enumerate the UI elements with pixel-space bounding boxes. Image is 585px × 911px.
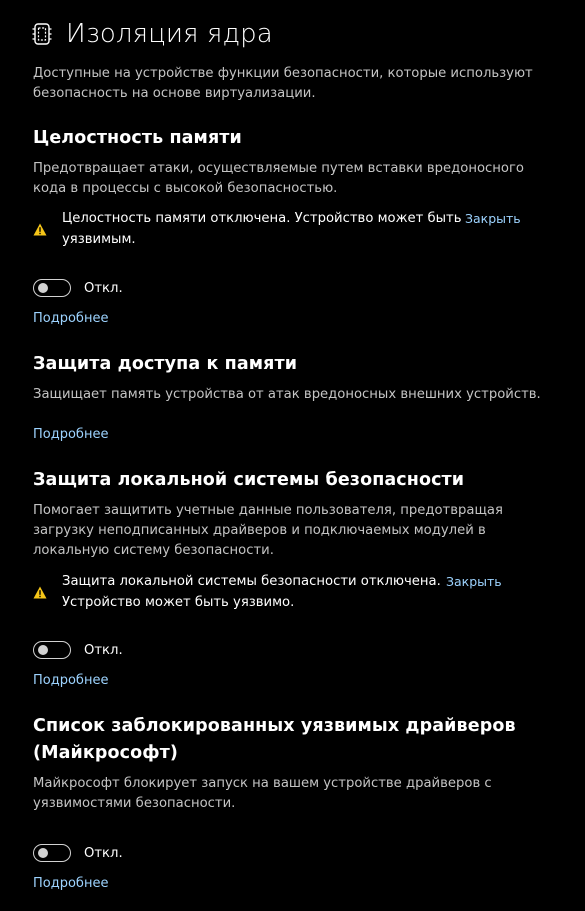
memory-integrity-toggle[interactable] bbox=[33, 279, 71, 297]
driver-blocklist-toggle-label: Откл. bbox=[84, 845, 123, 861]
driver-blocklist-toggle-row: Откл. bbox=[33, 844, 123, 862]
toggle-knob bbox=[38, 848, 48, 858]
memory-integrity-title: Целостность памяти bbox=[33, 128, 242, 148]
core-isolation-chip-icon bbox=[32, 21, 52, 47]
lsa-protection-learn-more-link[interactable]: Подробнее bbox=[33, 673, 108, 688]
driver-blocklist-toggle[interactable] bbox=[33, 844, 71, 862]
memory-integrity-warning-text: Целостность памяти отключена. Устройство… bbox=[62, 211, 462, 247]
page-header: Изоляция ядра bbox=[32, 15, 273, 53]
driver-blocklist-learn-more-link[interactable]: Подробнее bbox=[33, 876, 108, 891]
memory-integrity-warning: Целостность памяти отключена. Устройство… bbox=[33, 208, 553, 252]
memory-integrity-toggle-label: Откл. bbox=[84, 280, 123, 296]
driver-blocklist-description: Майкрософт блокирует запуск на вашем уст… bbox=[33, 776, 492, 811]
toggle-knob bbox=[38, 283, 48, 293]
toggle-knob bbox=[38, 645, 48, 655]
lsa-protection-title: Защита локальной системы безопасности bbox=[33, 470, 465, 490]
lsa-protection-dismiss-link[interactable]: Закрыть bbox=[446, 571, 502, 592]
memory-integrity-toggle-row: Откл. bbox=[33, 279, 123, 297]
lsa-protection-toggle-label: Откл. bbox=[84, 642, 123, 658]
memory-access-protection-description: Защищает память устройства от атак вредо… bbox=[33, 387, 541, 402]
warning-triangle-icon bbox=[33, 221, 47, 236]
lsa-protection-description: Помогает защитить учетные данные пользов… bbox=[33, 503, 503, 558]
memory-integrity-learn-more-link[interactable]: Подробнее bbox=[33, 311, 108, 326]
lsa-protection-toggle-row: Откл. bbox=[33, 641, 123, 659]
driver-blocklist-title: Список заблокированных уязвимых драйверо… bbox=[33, 716, 516, 763]
warning-triangle-icon bbox=[33, 584, 47, 599]
memory-integrity-description: Предотвращает атаки, осуществляемые путе… bbox=[33, 161, 524, 196]
memory-access-protection-title: Защита доступа к памяти bbox=[33, 354, 298, 374]
memory-access-protection-learn-more-link[interactable]: Подробнее bbox=[33, 427, 108, 442]
lsa-protection-toggle[interactable] bbox=[33, 641, 71, 659]
memory-integrity-dismiss-link[interactable]: Закрыть bbox=[465, 208, 521, 229]
page-title: Изоляция ядра bbox=[66, 19, 273, 49]
page-description: Доступные на устройстве функции безопасн… bbox=[33, 66, 533, 101]
lsa-protection-warning: Защита локальной системы безопасности от… bbox=[33, 571, 553, 615]
lsa-protection-warning-text: Защита локальной системы безопасности от… bbox=[62, 574, 441, 610]
